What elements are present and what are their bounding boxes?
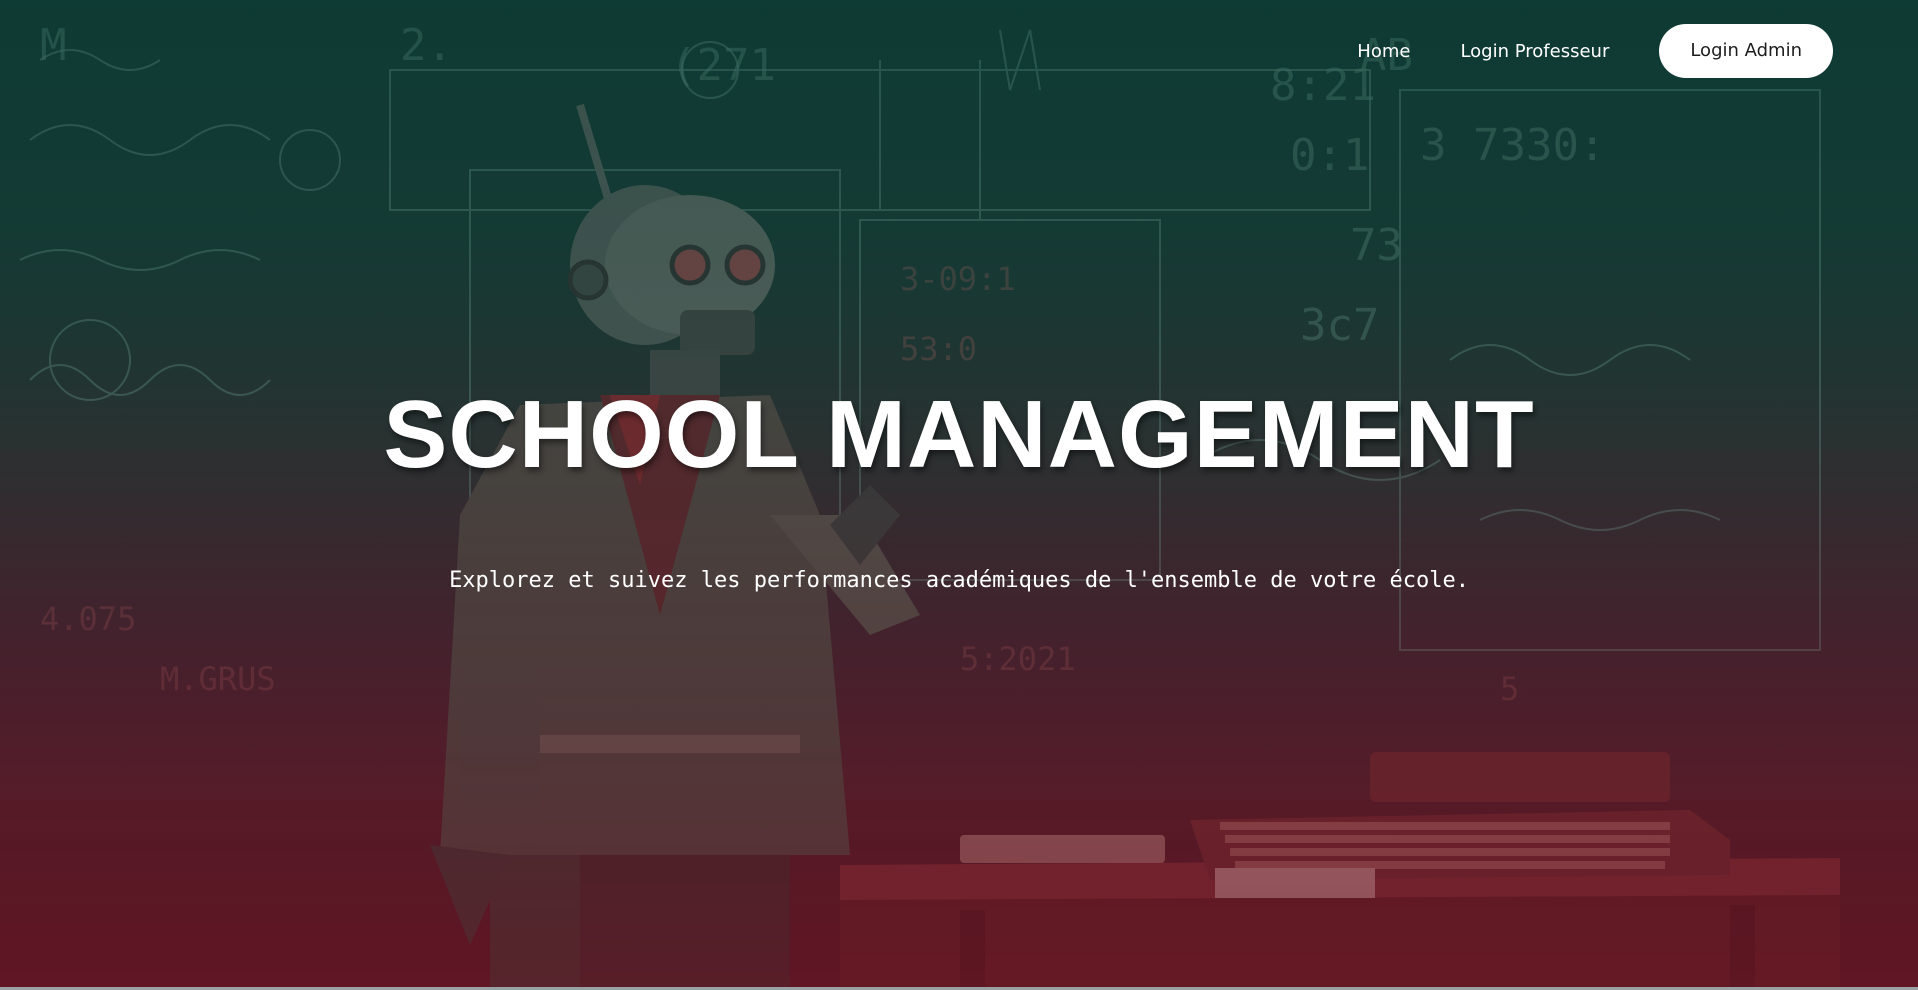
hero-title: SCHOOL MANAGEMENT	[383, 381, 1535, 488]
nav-login-professeur-link[interactable]: Login Professeur	[1460, 41, 1609, 62]
top-navigation: Home Login Professeur Login Admin	[1357, 24, 1833, 78]
login-admin-button[interactable]: Login Admin	[1659, 24, 1833, 78]
hero-subtitle: Explorez et suivez les performances acad…	[449, 568, 1469, 593]
gradient-overlay	[0, 0, 1918, 990]
hero-section: 8:21 AB 0:1 3 7330: 73 3c7 2. (271 M 3-0…	[0, 0, 1918, 990]
nav-home-link[interactable]: Home	[1357, 41, 1410, 62]
